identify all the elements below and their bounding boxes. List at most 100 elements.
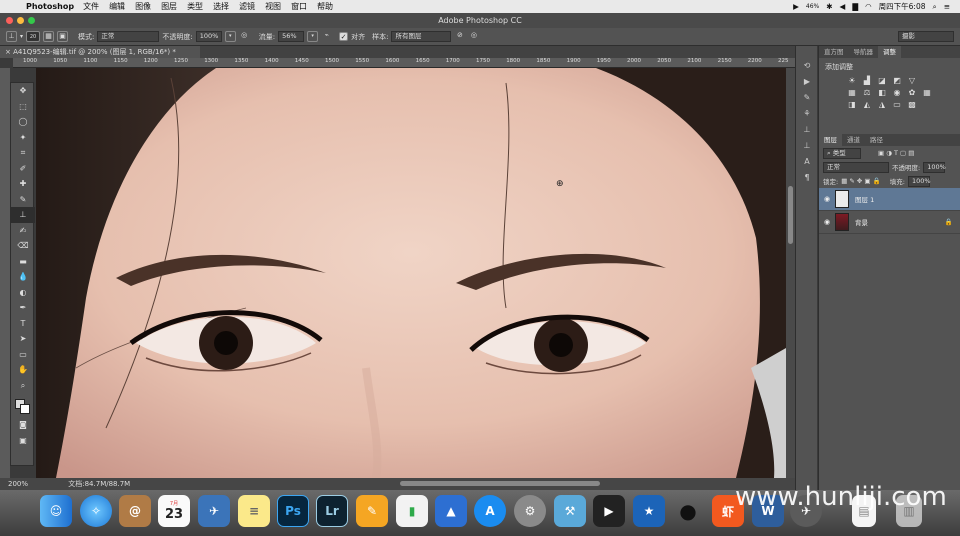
- background-color[interactable]: [20, 404, 30, 414]
- paragraph-panel-icon[interactable]: ¶: [796, 170, 818, 186]
- system-preferences-icon[interactable]: ⚙: [514, 495, 546, 527]
- move-tool[interactable]: ✥: [11, 83, 35, 99]
- qq-icon[interactable]: ●: [672, 495, 704, 527]
- brush-tool[interactable]: ✎: [11, 192, 35, 208]
- hand-tool[interactable]: ✋: [11, 362, 35, 378]
- app-store-icon[interactable]: A: [474, 495, 506, 527]
- lasso-tool[interactable]: ◯: [11, 114, 35, 130]
- finder-icon[interactable]: ☺: [40, 495, 72, 527]
- hue-saturation-icon[interactable]: ▦: [847, 88, 857, 98]
- menu-window[interactable]: 窗口: [291, 1, 307, 12]
- brush-panel-icon[interactable]: ✎: [796, 90, 818, 106]
- visibility-eye-icon[interactable]: ◉: [819, 195, 835, 203]
- clock[interactable]: 周四下午6:08: [879, 1, 926, 12]
- posterize-icon[interactable]: ◭: [862, 100, 872, 110]
- menu-filter[interactable]: 滤镜: [239, 1, 255, 12]
- airbrush-icon[interactable]: ⌁: [321, 31, 332, 42]
- final-cut-icon[interactable]: ▶: [593, 495, 625, 527]
- flow-field[interactable]: 56%: [278, 31, 305, 42]
- clone-source-icon[interactable]: ▣: [57, 31, 69, 42]
- bluetooth-icon[interactable]: ✱: [826, 2, 832, 11]
- zoom-level[interactable]: 200%: [8, 480, 28, 488]
- numbers-icon[interactable]: ▮: [396, 495, 428, 527]
- blend-mode-select[interactable]: 正常: [823, 161, 889, 173]
- fill-field[interactable]: 100%: [907, 175, 931, 187]
- layer-row-1[interactable]: ◉ 图层 1: [819, 188, 960, 211]
- opacity-field[interactable]: 100%: [195, 31, 222, 42]
- tab-adjustments[interactable]: 调整: [878, 46, 901, 58]
- menu-layer[interactable]: 图层: [161, 1, 177, 12]
- brush-presets-icon[interactable]: ⚘: [796, 106, 818, 122]
- healing-brush-tool[interactable]: ✚: [11, 176, 35, 192]
- actions-panel-icon[interactable]: ▶: [796, 74, 818, 90]
- brush-size-picker[interactable]: 20: [26, 31, 41, 42]
- threshold-icon[interactable]: ◮: [877, 100, 887, 110]
- layer-filter-select[interactable]: ⌕ 类型: [823, 147, 861, 159]
- volume-icon[interactable]: ◀: [840, 2, 846, 11]
- clone-stamp-tool[interactable]: ⊥: [11, 207, 35, 223]
- pages-icon[interactable]: ✎: [356, 495, 388, 527]
- doc-size[interactable]: 文档:84.7M/88.7M: [68, 480, 130, 488]
- eyedropper-tool[interactable]: ✐: [11, 161, 35, 177]
- close-button[interactable]: [6, 17, 13, 24]
- black-white-icon[interactable]: ◧: [877, 88, 887, 98]
- pressure-size-icon[interactable]: ◎: [468, 31, 479, 42]
- gradient-tool[interactable]: ▬: [11, 254, 35, 270]
- selective-color-icon[interactable]: ▩: [907, 100, 917, 110]
- tab-navigator[interactable]: 导航器: [849, 46, 879, 58]
- layer-row-background[interactable]: ◉ 背景 🔒: [819, 211, 960, 234]
- levels-icon[interactable]: ▟: [862, 76, 872, 86]
- flag-icon[interactable]: ▇: [852, 2, 858, 11]
- blur-tool[interactable]: 💧: [11, 269, 35, 285]
- document-tab[interactable]: × A41Q9523-编辑.tif @ 200% (图层 1, RGB/16*)…: [0, 46, 200, 58]
- vibrance-icon[interactable]: ▽: [907, 76, 917, 86]
- screen-record-icon[interactable]: ▶: [793, 2, 799, 11]
- workspace-select[interactable]: 摄影: [898, 31, 954, 42]
- align-checkbox[interactable]: ✓: [339, 32, 349, 41]
- curves-icon[interactable]: ◪: [877, 76, 887, 86]
- notes-icon[interactable]: ≡: [238, 495, 270, 527]
- imovie-icon[interactable]: ★: [633, 495, 665, 527]
- search-icon[interactable]: ⌕: [933, 2, 937, 12]
- mode-select[interactable]: 正常: [97, 31, 160, 42]
- xcode-icon[interactable]: ⚒: [554, 495, 586, 527]
- tab-paths[interactable]: 路径: [865, 134, 888, 146]
- marquee-tool[interactable]: ⬚: [11, 99, 35, 115]
- shape-tool[interactable]: ▭: [11, 347, 35, 363]
- app-menu[interactable]: Photoshop: [26, 2, 74, 11]
- layer-opacity-field[interactable]: 100%: [923, 161, 946, 173]
- history-brush-tool[interactable]: ✍: [11, 223, 35, 239]
- photo-filter-icon[interactable]: ◉: [892, 88, 902, 98]
- crop-tool[interactable]: ⌗: [11, 145, 35, 161]
- close-tab-icon[interactable]: ×: [5, 48, 11, 56]
- contacts-icon[interactable]: @: [119, 495, 151, 527]
- channel-mixer-icon[interactable]: ✿: [907, 88, 917, 98]
- path-select-tool[interactable]: ➤: [11, 331, 35, 347]
- dodge-tool[interactable]: ◐: [11, 285, 35, 301]
- menu-edit[interactable]: 编辑: [109, 1, 125, 12]
- color-balance-icon[interactable]: ⚖: [862, 88, 872, 98]
- character-panel-icon[interactable]: A: [796, 154, 818, 170]
- eraser-tool[interactable]: ⌫: [11, 238, 35, 254]
- calendar-icon[interactable]: 7月 23: [158, 495, 190, 527]
- tab-histogram[interactable]: 直方图: [819, 46, 849, 58]
- horizontal-scroll-thumb[interactable]: [400, 481, 600, 486]
- screen-mode-icon[interactable]: ▣: [11, 433, 35, 449]
- menu-image[interactable]: 图像: [135, 1, 151, 12]
- tool-presets-icon[interactable]: ⊥: [796, 138, 818, 154]
- sample-select[interactable]: 所有图层: [391, 31, 452, 42]
- keynote-icon[interactable]: ▲: [435, 495, 467, 527]
- pen-tool[interactable]: ✒: [11, 300, 35, 316]
- vertical-scrollbar[interactable]: [786, 68, 795, 478]
- clone-stamp-icon[interactable]: ⊥: [6, 31, 17, 42]
- safari-icon[interactable]: ✧: [80, 495, 112, 527]
- menu-select[interactable]: 选择: [213, 1, 229, 12]
- menu-view[interactable]: 视图: [265, 1, 281, 12]
- vertical-scroll-thumb[interactable]: [788, 186, 793, 244]
- lightroom-icon[interactable]: Lr: [316, 495, 348, 527]
- wifi-icon[interactable]: ◠: [865, 2, 872, 11]
- tool-preset-arrow-icon[interactable]: ▾: [20, 33, 23, 40]
- visibility-eye-icon[interactable]: ◉: [819, 218, 835, 226]
- list-icon[interactable]: ≡: [944, 2, 950, 11]
- photoshop-icon[interactable]: Ps: [277, 495, 309, 527]
